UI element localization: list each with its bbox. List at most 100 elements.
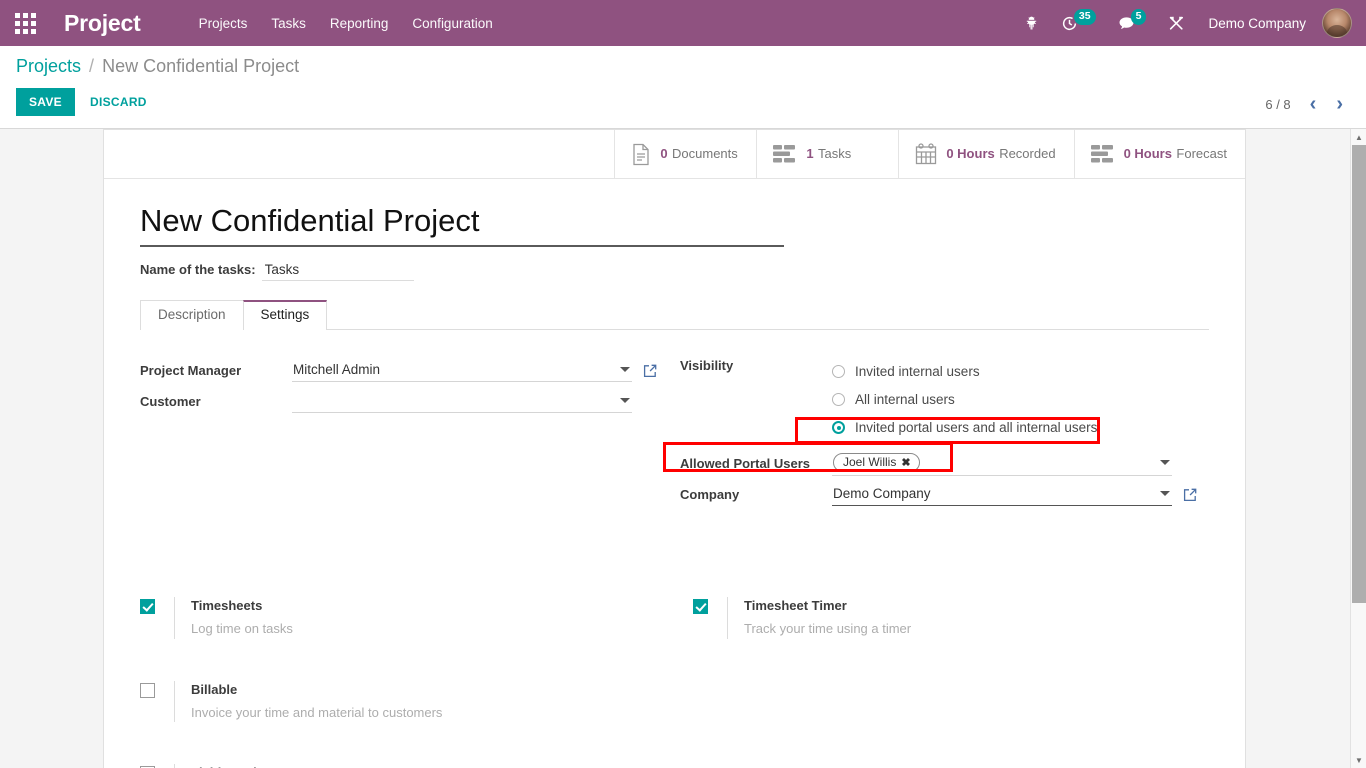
field-row-allowed-portal-users: Allowed Portal Users Joel Willis ✖	[680, 451, 1209, 476]
field-row-visibility: Visibility Invited internal users All in…	[680, 358, 1209, 442]
apps-grid-icon[interactable]	[8, 6, 42, 40]
record-pager: 6 / 8 ‹ ›	[1259, 92, 1350, 116]
breadcrumb-separator: /	[89, 56, 94, 76]
scrollbar-thumb[interactable]	[1352, 145, 1366, 603]
radio-label-invited-portal-and-internal-users: Invited portal users and all internal us…	[855, 420, 1097, 435]
stat-label-documents: Documents	[672, 146, 738, 161]
stat-value-tasks: 1	[806, 146, 813, 161]
company-value: Demo Company	[832, 486, 1154, 501]
timesheets-checkbox[interactable]	[140, 599, 155, 614]
visibility-radio-group: Invited internal users All internal user…	[832, 358, 1097, 442]
messages-icon[interactable]: 5	[1107, 0, 1158, 46]
company-external-link-icon[interactable]	[1183, 488, 1197, 502]
setting-billable: Billable Invoice your time and material …	[140, 681, 693, 723]
tab-settings[interactable]: Settings	[243, 300, 328, 330]
stat-button-hours-forecast[interactable]: 0 Hours Forecast	[1074, 130, 1245, 178]
radio-circle-icon[interactable]	[832, 393, 845, 406]
field-row-company: Company Demo Company	[680, 482, 1209, 507]
chevron-down-icon[interactable]	[1160, 460, 1170, 465]
stat-button-documents[interactable]: 0 Documents	[614, 130, 756, 178]
customer-label: Customer	[140, 394, 292, 409]
stat-value-hours-recorded: 0 Hours	[946, 146, 994, 161]
setting-timesheets: Timesheets Log time on tasks	[140, 597, 693, 639]
stat-label-hours-recorded: Recorded	[999, 146, 1055, 161]
calendar-icon	[915, 143, 937, 165]
chevron-down-icon[interactable]	[620, 398, 630, 403]
project-manager-external-link-icon[interactable]	[643, 364, 657, 378]
menu-item-projects[interactable]: Projects	[187, 10, 260, 37]
radio-invited-portal-and-internal-users[interactable]: Invited portal users and all internal us…	[832, 414, 1097, 442]
timesheets-title: Timesheets	[191, 597, 293, 616]
project-name-input[interactable]	[140, 201, 784, 247]
scroll-up-arrow-icon[interactable]: ▲	[1351, 129, 1366, 145]
timesheets-description: Log time on tasks	[191, 620, 293, 639]
menu-item-configuration[interactable]: Configuration	[400, 10, 504, 37]
feature-settings-grid: Timesheets Log time on tasks Billable In…	[140, 597, 1209, 768]
stat-label-hours-forecast: Forecast	[1176, 146, 1227, 161]
pager-next-icon[interactable]: ›	[1329, 92, 1350, 116]
task-label-field-label: Name of the tasks:	[140, 262, 256, 277]
feature-settings-left: Timesheets Log time on tasks Billable In…	[140, 597, 693, 768]
allowed-portal-users-control[interactable]: Joel Willis ✖	[832, 451, 1172, 476]
setting-field-service: Field Service Manage tasks in the Field …	[140, 764, 693, 768]
stat-button-hours-recorded[interactable]: 0 Hours Recorded	[898, 130, 1073, 178]
field-service-title: Field Service	[191, 764, 432, 768]
visibility-label: Visibility	[680, 358, 832, 373]
tab-description[interactable]: Description	[140, 300, 244, 330]
setting-timesheet-timer: Timesheet Timer Track your time using a …	[693, 597, 1209, 639]
company-control[interactable]: Demo Company	[832, 484, 1172, 506]
radio-circle-selected-icon[interactable]	[832, 421, 845, 434]
breadcrumb-item-projects[interactable]: Projects	[16, 56, 81, 76]
vertical-scrollbar[interactable]: ▲ ▼	[1350, 129, 1366, 768]
company-label: Company	[680, 487, 832, 502]
user-avatar[interactable]	[1322, 8, 1352, 38]
feature-settings-right: Timesheet Timer Track your time using a …	[693, 597, 1209, 768]
radio-invited-internal-users[interactable]: Invited internal users	[832, 358, 1097, 386]
activity-clock-icon[interactable]: 35	[1050, 0, 1107, 46]
tag-joel-willis[interactable]: Joel Willis ✖	[833, 453, 920, 472]
timesheet-timer-title: Timesheet Timer	[744, 597, 911, 616]
chevron-down-icon[interactable]	[1160, 491, 1170, 496]
tag-remove-icon[interactable]: ✖	[901, 456, 910, 469]
main-menu: Projects Tasks Reporting Configuration	[187, 10, 505, 37]
radio-all-internal-users[interactable]: All internal users	[832, 386, 1097, 414]
activity-count-badge: 35	[1074, 9, 1096, 24]
stat-button-bar: 0 Documents 1 Tasks	[104, 130, 1245, 179]
menu-item-tasks[interactable]: Tasks	[259, 10, 318, 37]
pager-counter: 6 / 8	[1259, 97, 1296, 112]
chevron-down-icon[interactable]	[620, 367, 630, 372]
top-navbar: Project Projects Tasks Reporting Configu…	[0, 0, 1366, 46]
customer-control[interactable]	[292, 391, 632, 413]
billable-title: Billable	[191, 681, 442, 700]
scroll-down-arrow-icon[interactable]: ▼	[1351, 752, 1366, 768]
timesheet-timer-description: Track your time using a timer	[744, 620, 911, 639]
pager-previous-icon[interactable]: ‹	[1303, 92, 1324, 116]
field-row-customer: Customer	[140, 389, 680, 414]
billable-checkbox[interactable]	[140, 683, 155, 698]
messages-count-badge: 5	[1131, 9, 1147, 24]
record-action-buttons: SAVE DISCARD	[16, 88, 1350, 116]
breadcrumb: Projects / New Confidential Project	[16, 55, 1350, 78]
forecast-list-icon	[1091, 144, 1115, 164]
active-company-label[interactable]: Demo Company	[1196, 16, 1318, 31]
settings-right-column: Visibility Invited internal users All in…	[680, 358, 1209, 513]
stat-button-tasks[interactable]: 1 Tasks	[756, 130, 898, 178]
form-sheet-wrapper: 0 Documents 1 Tasks	[0, 129, 1366, 768]
bug-icon[interactable]	[1013, 0, 1050, 46]
discard-button[interactable]: DISCARD	[77, 88, 160, 116]
navbar-right-tools: 35 5 Demo Company	[1013, 0, 1354, 46]
radio-circle-icon[interactable]	[832, 365, 845, 378]
save-button[interactable]: SAVE	[16, 88, 75, 116]
settings-left-column: Project Manager Mitchell Admin	[140, 358, 680, 513]
timesheet-timer-checkbox[interactable]	[693, 599, 708, 614]
radio-label-all-internal-users: All internal users	[855, 392, 955, 407]
menu-item-reporting[interactable]: Reporting	[318, 10, 401, 37]
tools-icon[interactable]	[1157, 0, 1196, 46]
task-label-input[interactable]	[262, 260, 414, 281]
project-manager-value: Mitchell Admin	[292, 362, 614, 377]
project-manager-control[interactable]: Mitchell Admin	[292, 360, 632, 382]
billable-description: Invoice your time and material to custom…	[191, 704, 442, 723]
settings-fields-grid: Project Manager Mitchell Admin	[140, 358, 1209, 513]
breadcrumb-item-current: New Confidential Project	[102, 56, 299, 76]
form-body: Name of the tasks: Description Settings …	[104, 179, 1245, 768]
